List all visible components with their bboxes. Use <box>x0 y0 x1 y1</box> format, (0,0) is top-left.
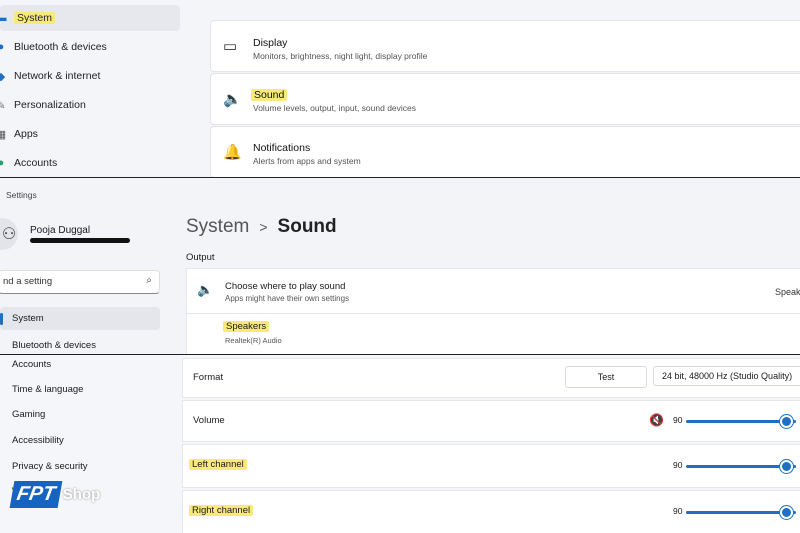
right-channel-value: 90 <box>673 506 683 516</box>
left-channel-row: Left channel 90 <box>182 444 800 488</box>
volume-slider-thumb[interactable] <box>780 415 793 428</box>
user-name: Pooja Duggal <box>30 225 91 236</box>
apps-icon: ▦ <box>0 128 7 141</box>
test-button[interactable]: Test <box>565 366 647 388</box>
left-channel-slider-thumb[interactable] <box>780 460 793 473</box>
sidebar-item-accounts[interactable]: ● Accounts <box>0 150 57 176</box>
account-icon: ● <box>0 157 5 169</box>
avatar[interactable]: ⚇ <box>0 218 18 250</box>
sidebar-item-gaming[interactable]: Gaming <box>12 409 45 420</box>
sidebar-item-accessibility[interactable]: Accessibility <box>12 435 64 446</box>
sidebar-item-network[interactable]: ◆ Network & internet <box>0 63 100 89</box>
sidebar-item-system[interactable]: ▬ System <box>0 5 180 31</box>
person-icon: ⚇ <box>1 226 17 243</box>
window-title: Settings <box>6 190 37 200</box>
choose-output-row[interactable]: 🔈 Choose where to play sound Apps might … <box>186 268 800 314</box>
bell-icon: 🔔 <box>223 144 242 161</box>
left-channel-value: 90 <box>673 460 683 470</box>
volume-row: Volume 🔇 90 <box>182 400 800 442</box>
sound-page-panel: Settings ⚇ Pooja Duggal nd a setting ⌕ S… <box>0 178 800 355</box>
output-value: Speake <box>775 287 800 297</box>
bluetooth-icon: ● <box>0 41 5 53</box>
sidebar-item-system[interactable]: System <box>0 307 160 330</box>
sidebar-item-bluetooth[interactable]: ● Bluetooth & devices <box>0 34 107 60</box>
monitor-icon: ▭ <box>223 38 238 55</box>
device-subtitle: Realtek(R) Audio <box>225 336 282 345</box>
search-box[interactable]: nd a setting ⌕ <box>0 270 160 294</box>
speaker-icon: 🔈 <box>197 282 214 297</box>
redacted-email <box>30 238 130 243</box>
search-input[interactable]: nd a setting <box>3 276 52 287</box>
selection-indicator <box>0 313 3 325</box>
breadcrumb-separator: > <box>259 219 268 235</box>
volume-value: 90 <box>673 415 683 425</box>
wifi-icon: ◆ <box>0 70 6 83</box>
format-row: Format Test 24 bit, 48000 Hz (Studio Qua… <box>182 358 800 398</box>
mute-icon[interactable]: 🔇 <box>649 413 664 427</box>
device-name: Speakers <box>223 321 270 332</box>
sidebar-item-bluetooth[interactable]: Bluetooth & devices <box>12 340 96 351</box>
page-title: Sound <box>277 216 337 237</box>
format-dropdown[interactable]: 24 bit, 48000 Hz (Studio Quality) <box>653 366 800 386</box>
sidebar-item-privacy[interactable]: Privacy & security <box>12 461 88 472</box>
right-channel-slider-thumb[interactable] <box>780 506 793 519</box>
sidebar-item-time-language[interactable]: Time & language <box>12 384 83 395</box>
sidebar-item-apps[interactable]: ▦ Apps <box>0 121 38 147</box>
system-icon: ▬ <box>0 12 7 24</box>
right-channel-row: Right channel 90 <box>182 490 800 533</box>
sidebar-item-personalization[interactable]: ✎ Personalization <box>0 92 86 118</box>
settings-home-panel: ▬ System ● Bluetooth & devices ◆ Network… <box>0 0 800 178</box>
breadcrumb: System > Sound <box>186 216 337 238</box>
display-card[interactable]: ▭ Display Monitors, brightness, night li… <box>210 20 800 72</box>
sound-properties-panel: Accounts Time & language Gaming Accessib… <box>0 355 800 533</box>
fpt-shop-logo: FPT Shop <box>9 481 100 508</box>
search-icon[interactable]: ⌕ <box>146 275 152 286</box>
speakers-device-row[interactable]: Speakers Realtek(R) Audio <box>186 313 800 355</box>
speaker-icon: 🔈 <box>223 91 242 108</box>
sidebar-item-accounts[interactable]: Accounts <box>12 359 51 370</box>
notifications-card[interactable]: 🔔 Notifications Alerts from apps and sys… <box>210 126 800 178</box>
sound-card[interactable]: 🔈 Sound Volume levels, output, input, so… <box>210 73 800 125</box>
breadcrumb-system[interactable]: System <box>186 216 249 238</box>
section-heading: Output <box>186 252 215 263</box>
brush-icon: ✎ <box>0 99 6 112</box>
